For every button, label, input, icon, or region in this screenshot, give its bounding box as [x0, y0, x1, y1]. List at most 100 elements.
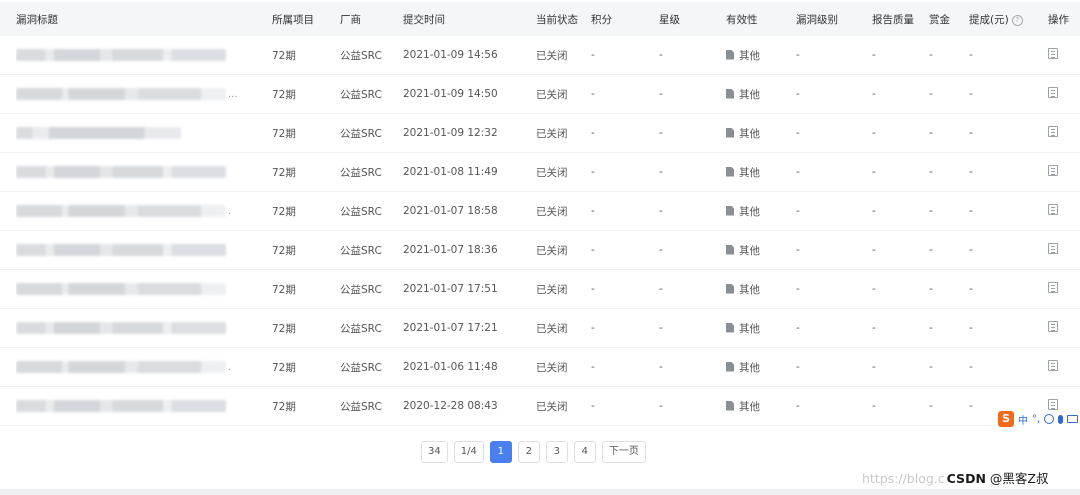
- commission-cell: -: [969, 308, 1048, 348]
- quality-cell: -: [872, 269, 929, 309]
- view-detail-icon[interactable]: [1048, 399, 1058, 410]
- redacted-title[interactable]: [16, 166, 226, 178]
- actions-cell: [1048, 347, 1080, 387]
- vuln-title-cell[interactable]: [16, 230, 272, 270]
- redacted-title[interactable]: [16, 88, 226, 100]
- redacted-title[interactable]: [16, 400, 226, 412]
- validity-cell: 其他: [726, 269, 796, 309]
- col-header-level[interactable]: 漏洞级别: [796, 2, 872, 36]
- view-detail-icon[interactable]: [1048, 360, 1058, 371]
- col-header-project[interactable]: 所属项目: [272, 2, 340, 36]
- page-button-2[interactable]: 2: [517, 441, 540, 463]
- vuln-title-cell[interactable]: .: [16, 191, 272, 231]
- vuln-title-cell[interactable]: [16, 113, 272, 153]
- validity-cell: 其他: [726, 191, 796, 231]
- vuln-title-cell[interactable]: [16, 308, 272, 348]
- table-row[interactable]: 72期 公益SRC 2021-01-07 18:36 已关闭 - - 其他 - - - -: [0, 230, 1080, 270]
- view-detail-icon[interactable]: [1048, 243, 1058, 254]
- table-row[interactable]: 72期 公益SRC 2021-01-08 11:49 已关闭 - - 其他 - - - -: [0, 152, 1080, 192]
- document-icon: [726, 205, 734, 216]
- ime-language-toggle[interactable]: 中: [1018, 412, 1028, 427]
- col-header-submit-time[interactable]: 提交时间: [403, 2, 536, 36]
- quality-cell: -: [872, 308, 929, 348]
- commission-cell: -: [969, 347, 1048, 387]
- vendor-cell: 公益SRC: [340, 308, 403, 348]
- score-cell: -: [591, 74, 659, 114]
- redacted-title[interactable]: [16, 205, 226, 217]
- project-cell: 72期: [272, 347, 340, 387]
- vendor-cell: 公益SRC: [340, 386, 403, 426]
- project-cell: 72期: [272, 191, 340, 231]
- validity-cell: 其他: [726, 347, 796, 387]
- status-cell: 已关闭: [536, 191, 591, 231]
- view-detail-icon[interactable]: [1048, 282, 1058, 293]
- sogou-logo-icon[interactable]: S: [998, 411, 1014, 427]
- col-header-vendor[interactable]: 厂商: [340, 2, 403, 36]
- page-button-1[interactable]: 1: [489, 441, 512, 463]
- view-detail-icon[interactable]: [1048, 204, 1058, 215]
- score-cell: -: [591, 152, 659, 192]
- redacted-title[interactable]: [16, 361, 226, 373]
- col-header-score[interactable]: 积分: [591, 2, 659, 36]
- table-row[interactable]: 72期 公益SRC 2020-12-28 08:43 已关闭 - - 其他 - - - -: [0, 386, 1080, 426]
- table-header-row: 漏洞标题 所属项目 厂商 提交时间 当前状态 积分 星级 有效性 漏洞级别 报告…: [0, 2, 1080, 36]
- col-header-commission-label: 提成(元): [969, 13, 1009, 26]
- vendor-cell: 公益SRC: [340, 113, 403, 153]
- table-row[interactable]: 72期 公益SRC 2021-01-07 17:21 已关闭 - - 其他 - - - -: [0, 308, 1080, 348]
- table-row[interactable]: ... 72期 公益SRC 2021-01-09 14:50 已关闭 - - 其他 - - - -: [0, 74, 1080, 114]
- emoji-icon[interactable]: [1044, 414, 1055, 424]
- keyboard-icon[interactable]: [1067, 415, 1079, 423]
- vuln-title-cell[interactable]: [16, 152, 272, 192]
- submit-time-cell: 2021-01-07 17:51: [403, 269, 536, 309]
- col-header-validity[interactable]: 有效性: [726, 2, 796, 36]
- redacted-title[interactable]: [16, 244, 226, 256]
- redacted-title[interactable]: [16, 49, 226, 61]
- project-cell: 72期: [272, 269, 340, 309]
- col-header-star[interactable]: 星级: [659, 2, 726, 36]
- document-icon: [726, 400, 734, 411]
- view-detail-icon[interactable]: [1048, 165, 1058, 176]
- vuln-title-cell[interactable]: .: [16, 347, 272, 387]
- validity-label: 其他: [739, 166, 760, 179]
- vuln-title-cell[interactable]: [16, 386, 272, 426]
- level-cell: -: [796, 230, 872, 270]
- help-icon[interactable]: ?: [1011, 14, 1023, 26]
- status-cell: 已关闭: [536, 386, 591, 426]
- redacted-title[interactable]: [16, 322, 226, 334]
- commission-cell: -: [969, 113, 1048, 153]
- col-header-title[interactable]: 漏洞标题: [16, 2, 272, 36]
- view-detail-icon[interactable]: [1048, 321, 1058, 332]
- col-header-commission[interactable]: 提成(元)?: [969, 2, 1048, 36]
- ime-punctuation-toggle[interactable]: °,: [1032, 414, 1040, 425]
- validity-label: 其他: [739, 127, 760, 140]
- vuln-title-cell[interactable]: ...: [16, 74, 272, 114]
- table-row[interactable]: . 72期 公益SRC 2021-01-07 18:58 已关闭 - - 其他 - - - -: [0, 191, 1080, 231]
- commission-cell: -: [969, 191, 1048, 231]
- star-cell: -: [659, 308, 726, 348]
- col-header-actions: 操作: [1048, 2, 1080, 36]
- actions-cell: [1048, 191, 1080, 231]
- table-row[interactable]: . 72期 公益SRC 2021-01-06 11:48 已关闭 - - 其他 - - - -: [0, 347, 1080, 387]
- table-row[interactable]: 72期 公益SRC 2021-01-09 14:56 已关闭 - - 其他 - - - -: [0, 36, 1080, 75]
- score-cell: -: [591, 347, 659, 387]
- validity-cell: 其他: [726, 386, 796, 426]
- page-button-3[interactable]: 3: [545, 441, 568, 463]
- col-header-bounty[interactable]: 赏金: [929, 2, 969, 36]
- vuln-title-cell[interactable]: [16, 36, 272, 75]
- view-detail-icon[interactable]: [1048, 48, 1058, 59]
- col-header-status[interactable]: 当前状态: [536, 2, 591, 36]
- project-cell: 72期: [272, 152, 340, 192]
- col-header-quality[interactable]: 报告质量: [872, 2, 929, 36]
- validity-label: 其他: [739, 283, 760, 296]
- view-detail-icon[interactable]: [1048, 87, 1058, 98]
- next-page-button[interactable]: 下一页: [601, 441, 646, 463]
- table-row[interactable]: 72期 公益SRC 2021-01-07 17:51 已关闭 - - 其他 - - - -: [0, 269, 1080, 309]
- redacted-title[interactable]: [16, 283, 226, 295]
- page-button-4[interactable]: 4: [573, 441, 596, 463]
- vuln-title-cell[interactable]: [16, 269, 272, 309]
- ime-toolbar[interactable]: S 中 °,: [996, 410, 1080, 428]
- view-detail-icon[interactable]: [1048, 126, 1058, 137]
- table-row[interactable]: 72期 公益SRC 2021-01-09 12:32 已关闭 - - 其他 - - - -: [0, 113, 1080, 153]
- microphone-icon[interactable]: [1058, 414, 1064, 424]
- redacted-title[interactable]: [16, 127, 181, 139]
